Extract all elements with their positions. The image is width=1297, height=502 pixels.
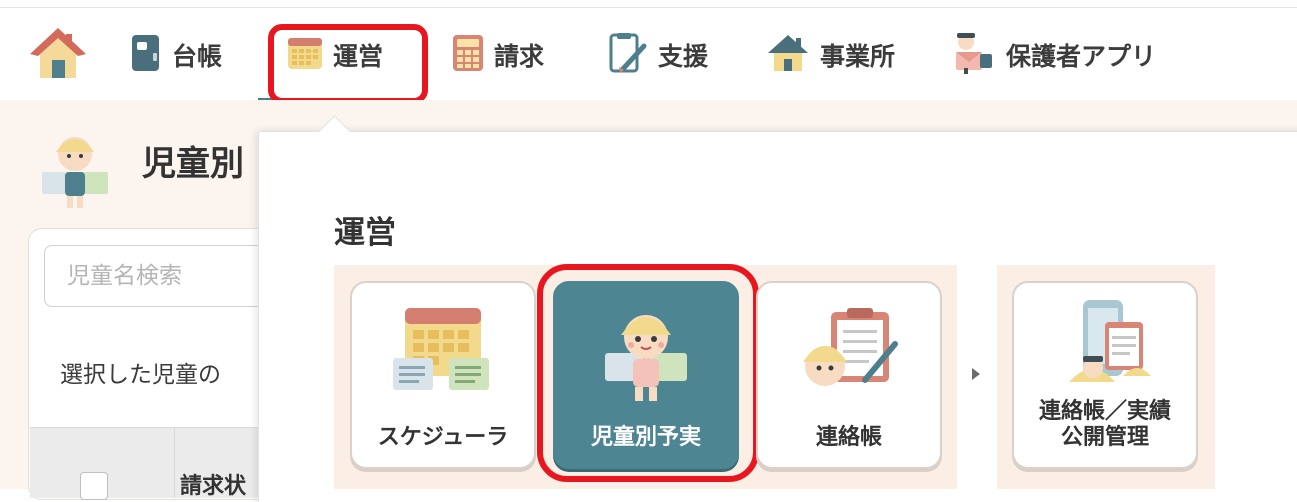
page-title: 児童別: [142, 144, 244, 184]
nav-billing[interactable]: 請求: [452, 28, 544, 82]
tile-publish-management-label: 連絡帳／実績 公開管理: [1014, 399, 1196, 451]
group-separator-arrow-icon: [972, 368, 980, 380]
dropdown-title: 運営: [334, 215, 396, 251]
nav-guardian-app[interactable]: 保護者アプリ: [950, 28, 1156, 82]
home-icon: [30, 26, 86, 84]
table-column-divider: [174, 427, 175, 497]
tile-child-plan-actual-highlight-box: [537, 264, 759, 482]
nav-operations-highlight-box: [268, 24, 428, 104]
tile-publish-management-label-line2: 公開管理: [1060, 425, 1149, 450]
nav-home[interactable]: [30, 28, 86, 82]
selected-children-text: 選択した児童の: [60, 362, 221, 388]
tile-contact-notebook[interactable]: 連絡帳: [756, 281, 942, 469]
contact-notebook-icon: [789, 300, 909, 404]
clipboard-pen-icon: [608, 32, 648, 78]
nav-support[interactable]: 支援: [608, 28, 708, 82]
guardian-app-icon: [950, 30, 996, 80]
table-header-billing-status: 請求状: [180, 474, 247, 499]
child-avatar-icon: [38, 124, 114, 218]
top-navbar: 台帳 運営 請求 支援 事業所 保護者アプリ: [0, 8, 1297, 104]
office-house-icon: [766, 33, 810, 77]
nav-guardian-app-label: 保護者アプリ: [1006, 42, 1157, 71]
calculator-icon: [452, 34, 484, 76]
ledger-icon: [130, 33, 162, 77]
nav-ledger-label: 台帳: [172, 42, 223, 71]
nav-support-label: 支援: [658, 42, 709, 71]
nav-ledger[interactable]: 台帳: [130, 28, 222, 82]
nav-billing-label: 請求: [494, 42, 545, 71]
publish-management-icon: [1045, 296, 1165, 400]
tile-scheduler[interactable]: スケジューラ: [350, 281, 536, 469]
nav-office-label: 事業所: [820, 42, 896, 71]
select-all-checkbox[interactable]: [80, 472, 108, 500]
tile-publish-management-label-line1: 連絡帳／実績: [1038, 399, 1171, 424]
tile-publish-management[interactable]: 連絡帳／実績 公開管理: [1012, 281, 1198, 469]
tile-contact-notebook-label: 連絡帳: [815, 425, 882, 450]
table-header-row: [30, 427, 288, 498]
scheduler-icon: [383, 300, 503, 404]
tile-scheduler-label: スケジューラ: [377, 425, 509, 450]
child-search-box: [44, 245, 309, 307]
nav-office[interactable]: 事業所: [766, 28, 895, 82]
